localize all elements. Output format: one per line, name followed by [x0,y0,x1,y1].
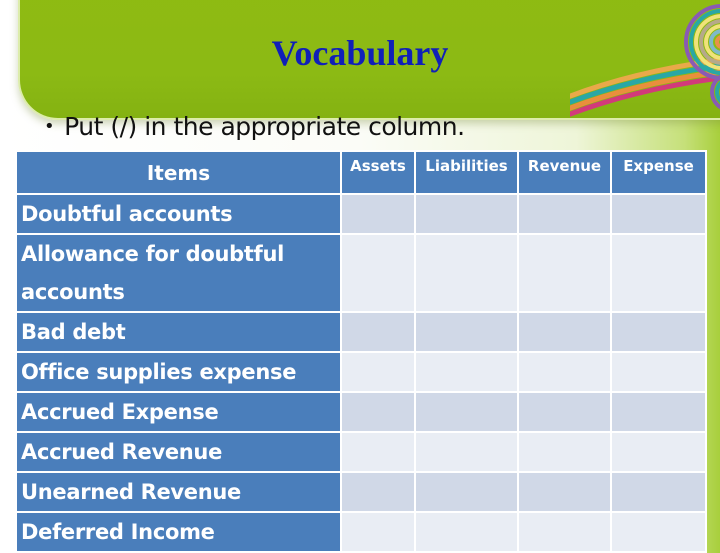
cell-expense[interactable] [612,195,705,233]
item-label: Allowance for doubtful accounts [17,235,340,311]
cell-expense[interactable] [612,313,705,351]
header-expense: Expense [612,152,705,193]
item-label: Office supplies expense [17,353,340,391]
cell-revenue[interactable] [519,313,610,351]
cell-assets[interactable] [342,513,414,551]
cell-assets[interactable] [342,353,414,391]
cell-revenue[interactable] [519,353,610,391]
item-label: Doubtful accounts [17,195,340,233]
cell-assets[interactable] [342,433,414,471]
cell-assets[interactable] [342,195,414,233]
header-liabilities: Liabilities [416,152,517,193]
cell-expense[interactable] [612,433,705,471]
cell-liabilities[interactable] [416,473,517,511]
cell-expense[interactable] [612,235,705,311]
cell-assets[interactable] [342,473,414,511]
header-assets: Assets [342,152,414,193]
cell-expense[interactable] [612,393,705,431]
table-row: Allowance for doubtful accounts [17,235,705,311]
bullet-icon: • [44,116,55,137]
cell-expense[interactable] [612,513,705,551]
cell-assets[interactable] [342,393,414,431]
header-revenue: Revenue [519,152,610,193]
cell-revenue[interactable] [519,235,610,311]
cell-liabilities[interactable] [416,513,517,551]
cell-assets[interactable] [342,313,414,351]
cell-assets[interactable] [342,235,414,311]
instruction-text: Put (/) in the appropriate column. [64,112,465,141]
cell-liabilities[interactable] [416,235,517,311]
item-label: Unearned Revenue [17,473,340,511]
table-row: Doubtful accounts [17,195,705,233]
cell-expense[interactable] [612,353,705,391]
cell-revenue[interactable] [519,195,610,233]
header-items: Items [17,152,340,193]
cell-revenue[interactable] [519,433,610,471]
cell-revenue[interactable] [519,393,610,431]
cell-revenue[interactable] [519,513,610,551]
item-label: Bad debt [17,313,340,351]
cell-liabilities[interactable] [416,313,517,351]
cell-revenue[interactable] [519,473,610,511]
table-row: Bad debt [17,313,705,351]
table-row: Accrued Revenue [17,433,705,471]
cell-liabilities[interactable] [416,433,517,471]
item-label: Deferred Income [17,513,340,551]
cell-liabilities[interactable] [416,195,517,233]
table-header-row: Items Assets Liabilities Revenue Expense [17,152,705,193]
item-label: Accrued Expense [17,393,340,431]
cell-liabilities[interactable] [416,353,517,391]
table-row: Deferred Income [17,513,705,551]
cell-expense[interactable] [612,473,705,511]
item-label: Accrued Revenue [17,433,340,471]
slide-title: Vocabulary [271,33,449,73]
table-row: Accrued Expense [17,393,705,431]
instruction-bullet: • Put (/) in the appropriate column. [44,112,465,141]
vocabulary-table: Items Assets Liabilities Revenue Expense… [15,150,707,553]
table-row: Unearned Revenue [17,473,705,511]
cell-liabilities[interactable] [416,393,517,431]
table-row: Office supplies expense [17,353,705,391]
